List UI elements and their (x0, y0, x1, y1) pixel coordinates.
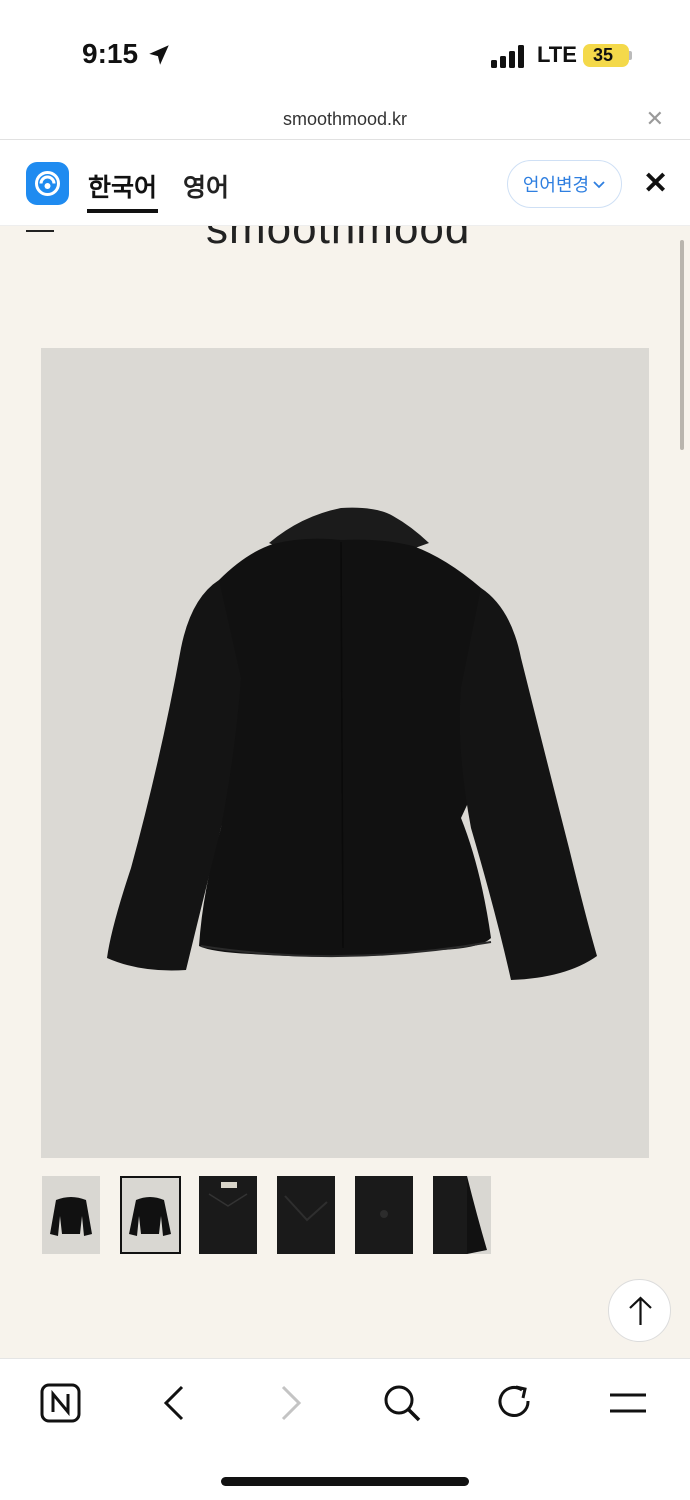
scroll-to-top-button[interactable] (608, 1279, 671, 1342)
papago-logo-icon[interactable] (26, 162, 69, 205)
chevron-down-icon (593, 181, 605, 189)
arrow-up-icon (629, 1296, 652, 1325)
browser-bottom-nav (0, 1358, 690, 1500)
back-arrow-icon[interactable] (155, 1381, 205, 1425)
signal-icon (491, 44, 525, 68)
product-main-image[interactable] (41, 348, 649, 1158)
status-bar: 9:15 LTE 35 (0, 0, 690, 100)
close-icon[interactable]: ✕ (643, 169, 668, 199)
product-thumbnail[interactable] (355, 1176, 413, 1254)
url-bar[interactable]: smoothmood.kr ✕ (0, 100, 690, 140)
url-text[interactable]: smoothmood.kr (0, 109, 690, 130)
search-icon[interactable] (380, 1381, 430, 1425)
tab-korean[interactable]: 한국어 (88, 168, 157, 204)
close-icon[interactable]: ✕ (646, 108, 664, 130)
product-thumbnail[interactable] (42, 1176, 100, 1254)
brand-logo[interactable]: smoothmood (206, 226, 470, 254)
product-thumbnail[interactable] (199, 1176, 257, 1254)
naver-icon[interactable] (38, 1381, 88, 1425)
change-language-label: 언어변경 (522, 175, 590, 195)
home-indicator[interactable] (221, 1477, 469, 1486)
web-page: smoothmood (0, 226, 690, 1358)
product-thumbnail-selected[interactable] (120, 1176, 181, 1254)
menu-icon[interactable] (606, 1381, 656, 1425)
status-time: 9:15 (82, 38, 139, 69)
active-tab-underline (87, 209, 158, 213)
change-language-button[interactable]: 언어변경 (507, 160, 622, 208)
forward-arrow-icon[interactable] (272, 1381, 322, 1425)
hamburger-menu-icon[interactable] (26, 230, 54, 232)
network-label: LTE (537, 42, 577, 67)
battery-level: 35 (592, 45, 614, 65)
translate-bar: 한국어 영어 언어변경 ✕ (0, 141, 690, 226)
product-thumbnail[interactable] (277, 1176, 335, 1254)
refresh-icon[interactable] (494, 1381, 544, 1425)
battery-icon: 35 (583, 44, 629, 67)
product-thumbnails (42, 1176, 502, 1254)
product-thumbnail[interactable] (433, 1176, 491, 1254)
scrollbar[interactable] (680, 240, 684, 450)
tab-english[interactable]: 영어 (183, 168, 229, 204)
location-arrow-icon (149, 45, 169, 65)
battery-tip (629, 51, 632, 60)
